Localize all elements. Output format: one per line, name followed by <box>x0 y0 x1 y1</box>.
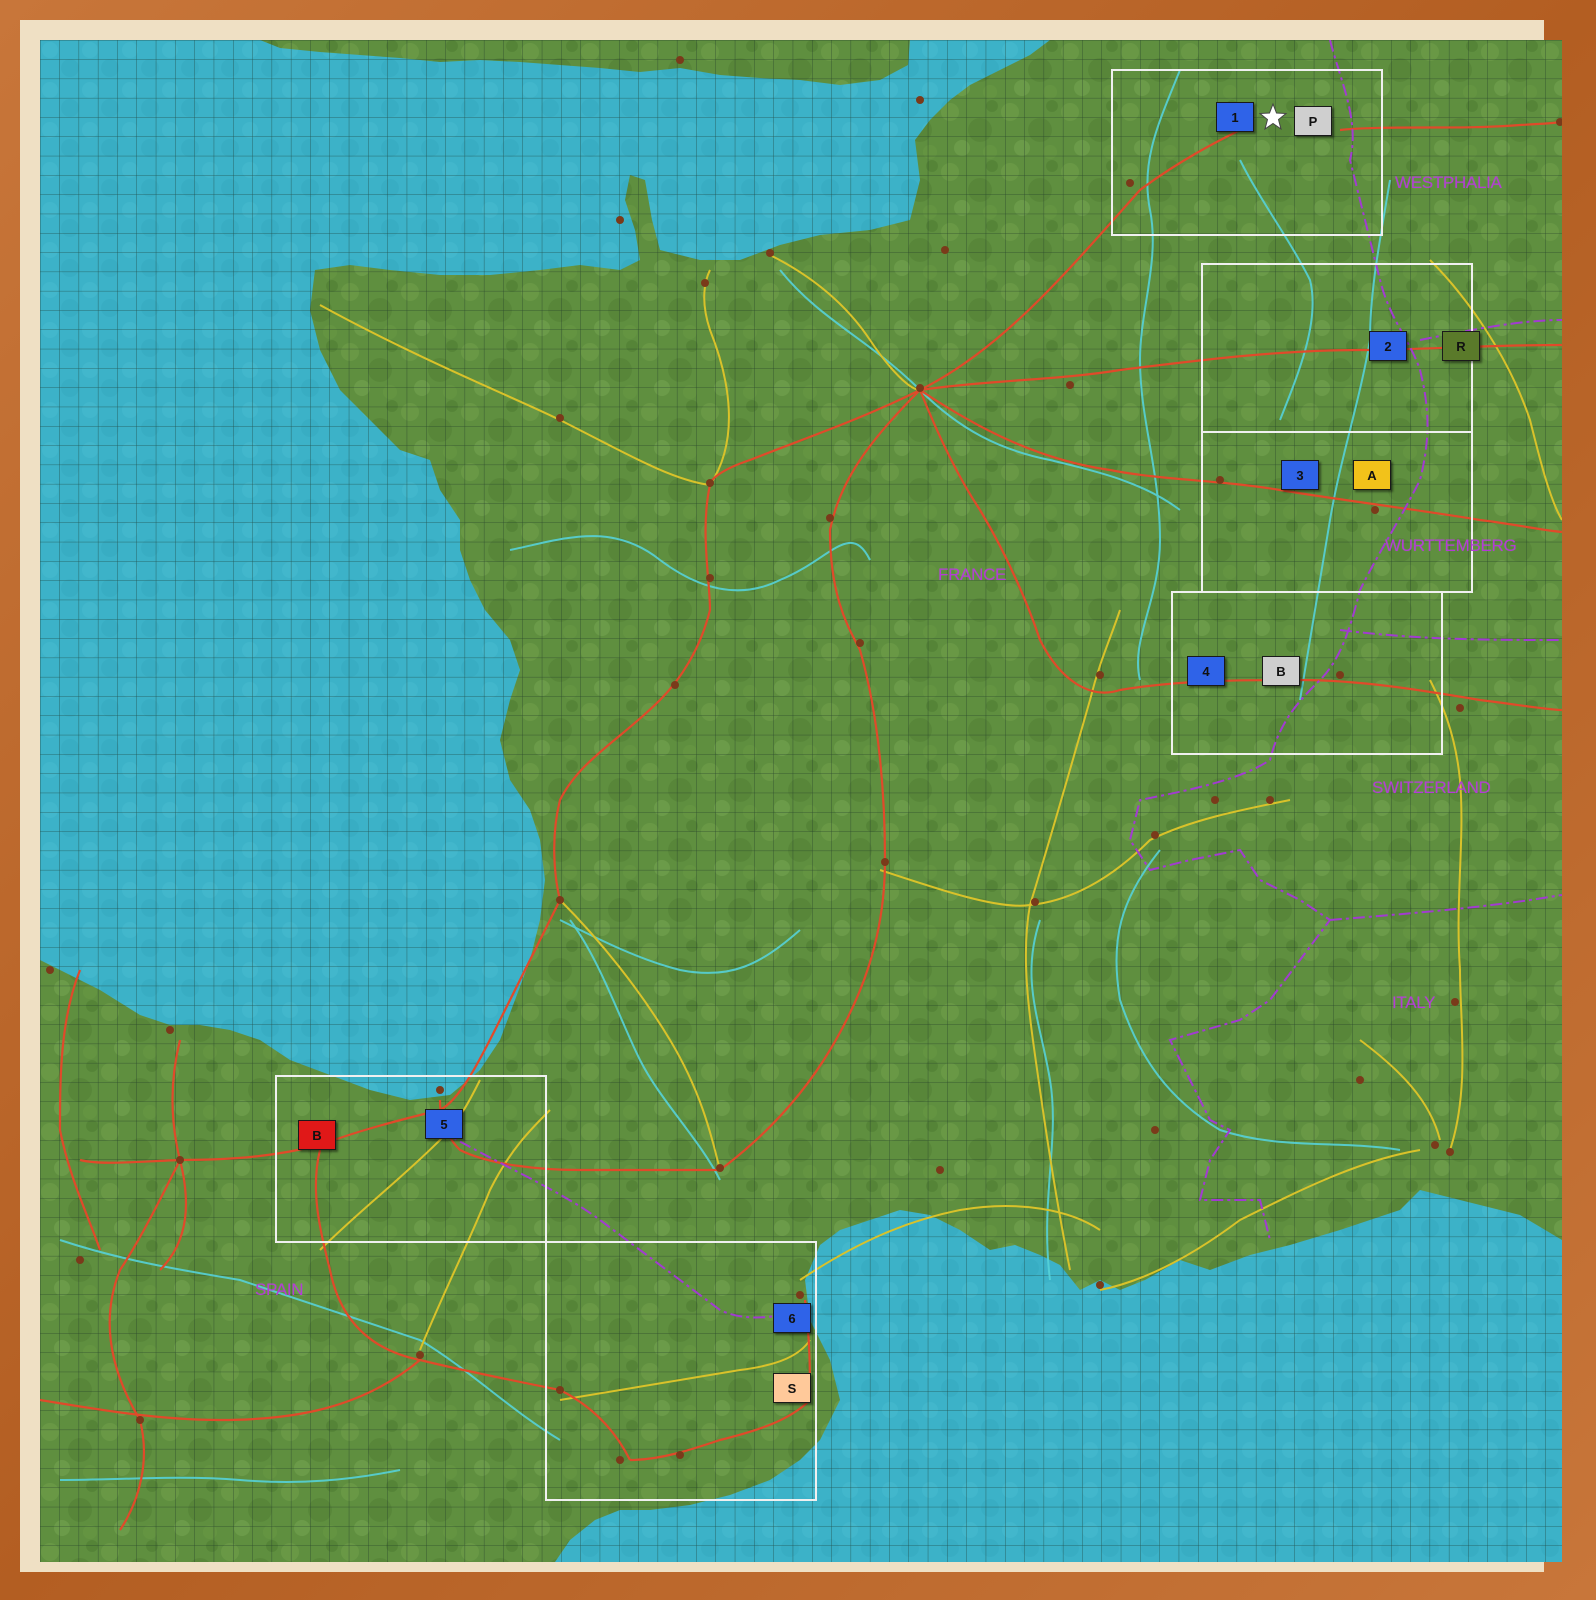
unit-counter-1[interactable]: 1 <box>1216 102 1254 132</box>
country-label-italy: ITALY <box>1392 993 1436 1012</box>
unit-counter-R[interactable]: R <box>1442 331 1480 361</box>
hex-grid <box>40 40 1562 1562</box>
unit-counter-A[interactable]: A <box>1353 460 1391 490</box>
map-svg <box>40 40 1562 1562</box>
country-label-wurttemberg: WURTTEMBERG <box>1385 536 1517 555</box>
unit-counter-B-red[interactable]: B <box>298 1120 336 1150</box>
country-label-switzerland: SWITZERLAND <box>1372 778 1491 797</box>
unit-counter-5[interactable]: 5 <box>425 1109 463 1139</box>
unit-counter-3[interactable]: 3 <box>1281 460 1319 490</box>
unit-counter-2[interactable]: 2 <box>1369 331 1407 361</box>
game-map[interactable]: WESTPHALIA WURTTEMBERG FRANCE SWITZERLAN… <box>40 40 1562 1562</box>
star-icon[interactable] <box>1258 102 1288 132</box>
unit-counter-B-grey[interactable]: B <box>1262 656 1300 686</box>
country-label-westphalia: WESTPHALIA <box>1395 173 1502 192</box>
unit-counter-4[interactable]: 4 <box>1187 656 1225 686</box>
unit-counter-S[interactable]: S <box>773 1373 811 1403</box>
country-label-france: FRANCE <box>938 565 1007 584</box>
country-label-spain: SPAIN <box>255 1280 304 1299</box>
unit-counter-6[interactable]: 6 <box>773 1303 811 1333</box>
unit-counter-P[interactable]: P <box>1294 106 1332 136</box>
